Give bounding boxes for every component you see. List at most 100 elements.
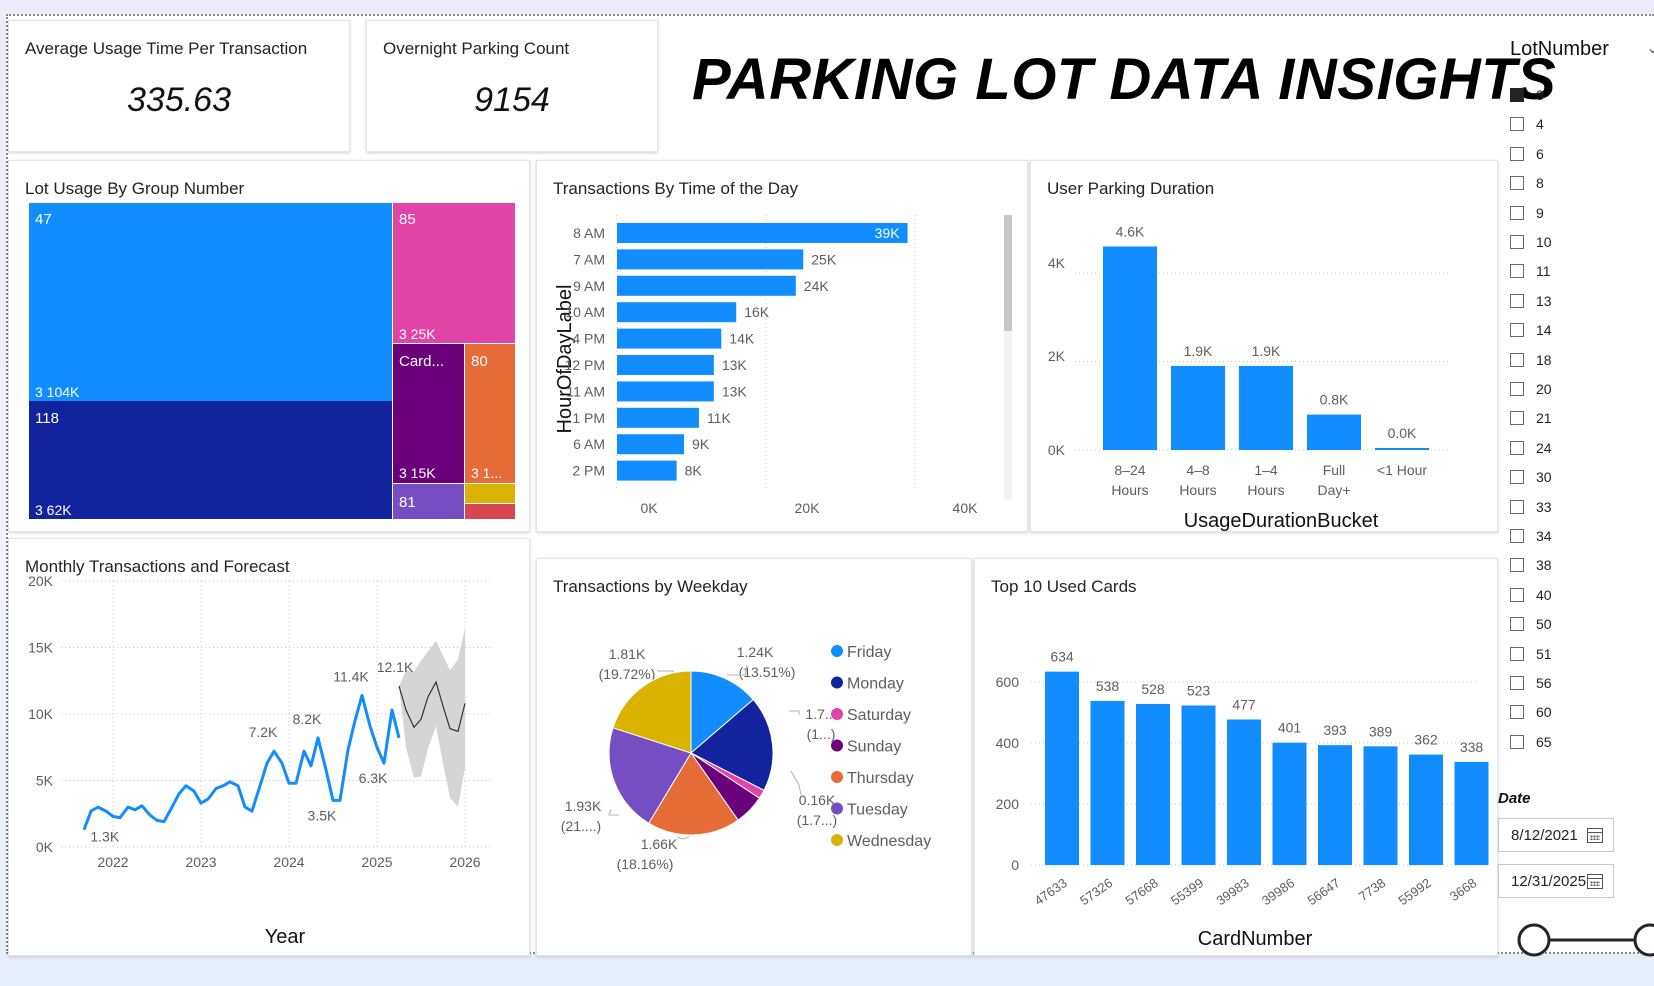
lot-number-item-65[interactable]: 65: [1510, 731, 1552, 753]
lot-number-item-14[interactable]: 14: [1510, 319, 1552, 341]
legend-marker-sunday: [831, 739, 843, 752]
checkbox[interactable]: [1510, 646, 1524, 661]
lot-number-item-11[interactable]: 11: [1510, 260, 1551, 282]
date-start-input[interactable]: 8/12/2021: [1498, 818, 1614, 852]
lot-number-item-9[interactable]: 9: [1510, 202, 1544, 224]
duration-y-tick-2: 4K: [1048, 255, 1066, 271]
time-of-day-scrollbar-thumb[interactable]: [1004, 215, 1012, 331]
lot-number-item-3[interactable]: 3: [1510, 84, 1544, 106]
duration-category-label: Day+: [1317, 482, 1350, 498]
lot-number-item-30[interactable]: 30: [1510, 466, 1552, 488]
checkbox[interactable]: [1510, 235, 1524, 249]
legend-marker-thursday: [831, 771, 843, 783]
pie-label-friday-value: 1.24K: [737, 644, 774, 660]
checkbox[interactable]: [1510, 176, 1524, 191]
chevron-down-icon[interactable]: ⌄: [1646, 38, 1654, 58]
checkbox[interactable]: [1510, 617, 1524, 632]
kpi-card-overnight[interactable]: Overnight Parking Count 9154: [366, 20, 658, 152]
time-of-day-bar: [617, 328, 722, 349]
duration-category-label: 1–4: [1254, 462, 1278, 478]
time-of-day-value-label: 13K: [722, 383, 748, 399]
checkbox[interactable]: [1510, 499, 1524, 514]
time-of-day-visual[interactable]: Transactions By Time of the Day HourOfDa…: [536, 160, 1028, 532]
report-title: PARKING LOT DATA INSIGHTS: [692, 47, 1557, 112]
checkbox[interactable]: [1510, 264, 1524, 279]
lot-number-item-24[interactable]: 24: [1510, 437, 1552, 459]
lot-number-item-50[interactable]: 50: [1510, 613, 1552, 635]
duration-x-axis-title: UsageDurationBucket: [1184, 510, 1379, 532]
lot-number-item-60[interactable]: 60: [1510, 701, 1552, 723]
lot-number-item-label: 14: [1536, 322, 1552, 339]
checkbox[interactable]: [1510, 293, 1524, 308]
duration-value-label: 1.9K: [1252, 343, 1281, 359]
checkbox[interactable]: [1510, 676, 1524, 690]
lot-number-item-label: 24: [1536, 439, 1552, 456]
kpi-overnight-value: 9154: [474, 81, 550, 119]
date-range-slider[interactable]: [1498, 922, 1654, 962]
duration-bar: [1239, 365, 1293, 450]
duration-bar: [1103, 246, 1157, 450]
lot-number-item-13[interactable]: 13: [1510, 290, 1552, 312]
monthly-x-tick: 2026: [449, 854, 480, 870]
treemap-tile-red[interactable]: [465, 504, 515, 519]
checkbox[interactable]: [1510, 352, 1524, 367]
date-range-end-handle[interactable]: [1633, 923, 1654, 957]
top-cards-bar: [1136, 703, 1170, 865]
time-of-day-category-label: 6 AM: [573, 436, 605, 452]
lot-number-item-label: 8: [1536, 175, 1544, 192]
lot-number-item-51[interactable]: 51: [1510, 643, 1552, 665]
lot-number-item-34[interactable]: 34: [1510, 525, 1552, 547]
lot-number-item-6[interactable]: 6: [1510, 143, 1544, 165]
treemap-tile-118[interactable]: [29, 401, 392, 519]
lot-number-item-8[interactable]: 8: [1510, 172, 1544, 194]
monthly-y-tick: 5K: [36, 773, 54, 789]
top-cards-bar: [1181, 705, 1216, 865]
lot-number-item-label: 11: [1536, 263, 1551, 280]
weekday-visual[interactable]: Transactions by Weekday 1.24K (13.51%) 1…: [536, 558, 972, 956]
checkbox[interactable]: [1510, 382, 1524, 396]
checkbox[interactable]: [1510, 558, 1524, 573]
checkbox[interactable]: [1510, 88, 1524, 102]
lot-number-item-21[interactable]: 21: [1510, 407, 1552, 429]
calendar-icon[interactable]: [1587, 828, 1603, 843]
time-of-day-value-label: 16K: [744, 304, 770, 320]
top-cards-category-label: 39983: [1213, 875, 1251, 908]
kpi-avg-usage-label: Average Usage Time Per Transaction: [25, 39, 308, 58]
checkbox[interactable]: [1510, 146, 1524, 161]
kpi-card-avg-usage[interactable]: Average Usage Time Per Transaction 335.6…: [8, 20, 350, 152]
treemap-visual[interactable]: Lot Usage By Group Number 47 3 104K 118 …: [8, 160, 530, 532]
duration-visual[interactable]: User Parking Duration 0K 2K 4K UsageDura…: [1030, 160, 1498, 532]
lot-number-item-label: 30: [1536, 469, 1552, 486]
top-cards-visual[interactable]: Top 10 Used Cards CardNumber 0 200 400 600 6…: [974, 558, 1498, 956]
checkbox[interactable]: [1510, 705, 1524, 720]
treemap-tile-yellow[interactable]: [465, 484, 515, 503]
lot-number-item-20[interactable]: 20: [1510, 378, 1552, 400]
top-cards-bar: [1090, 700, 1125, 865]
legend-marker-friday: [831, 645, 843, 657]
lot-number-item-4[interactable]: 4: [1510, 113, 1544, 135]
checkbox[interactable]: [1510, 734, 1524, 749]
lot-number-item-18[interactable]: 18: [1510, 349, 1552, 371]
calendar-icon[interactable]: [1587, 874, 1603, 889]
monthly-annotation: 7.2K: [249, 724, 278, 740]
lot-number-item-33[interactable]: 33: [1510, 496, 1552, 518]
checkbox[interactable]: [1510, 440, 1524, 455]
lot-number-item-56[interactable]: 56: [1510, 672, 1552, 694]
date-range-start-handle[interactable]: [1517, 923, 1551, 957]
top-cards-value-label: 634: [1050, 649, 1074, 665]
lot-number-item-10[interactable]: 10: [1510, 231, 1552, 253]
checkbox[interactable]: [1510, 529, 1524, 543]
checkbox[interactable]: [1510, 470, 1524, 485]
duration-category-label: Hours: [1111, 482, 1148, 498]
checkbox[interactable]: [1510, 587, 1524, 602]
checkbox[interactable]: [1510, 117, 1524, 132]
lot-number-item-38[interactable]: 38: [1510, 554, 1552, 576]
checkbox[interactable]: [1510, 205, 1524, 220]
checkbox[interactable]: [1510, 411, 1524, 426]
date-end-input[interactable]: 12/31/2025: [1498, 864, 1614, 898]
monthly-visual[interactable]: Monthly Transactions and Forecast Year 0…: [8, 538, 530, 956]
duration-bar: [1375, 448, 1429, 450]
treemap-tile-47[interactable]: [29, 203, 392, 401]
lot-number-item-40[interactable]: 40: [1510, 584, 1552, 606]
checkbox[interactable]: [1510, 323, 1524, 338]
